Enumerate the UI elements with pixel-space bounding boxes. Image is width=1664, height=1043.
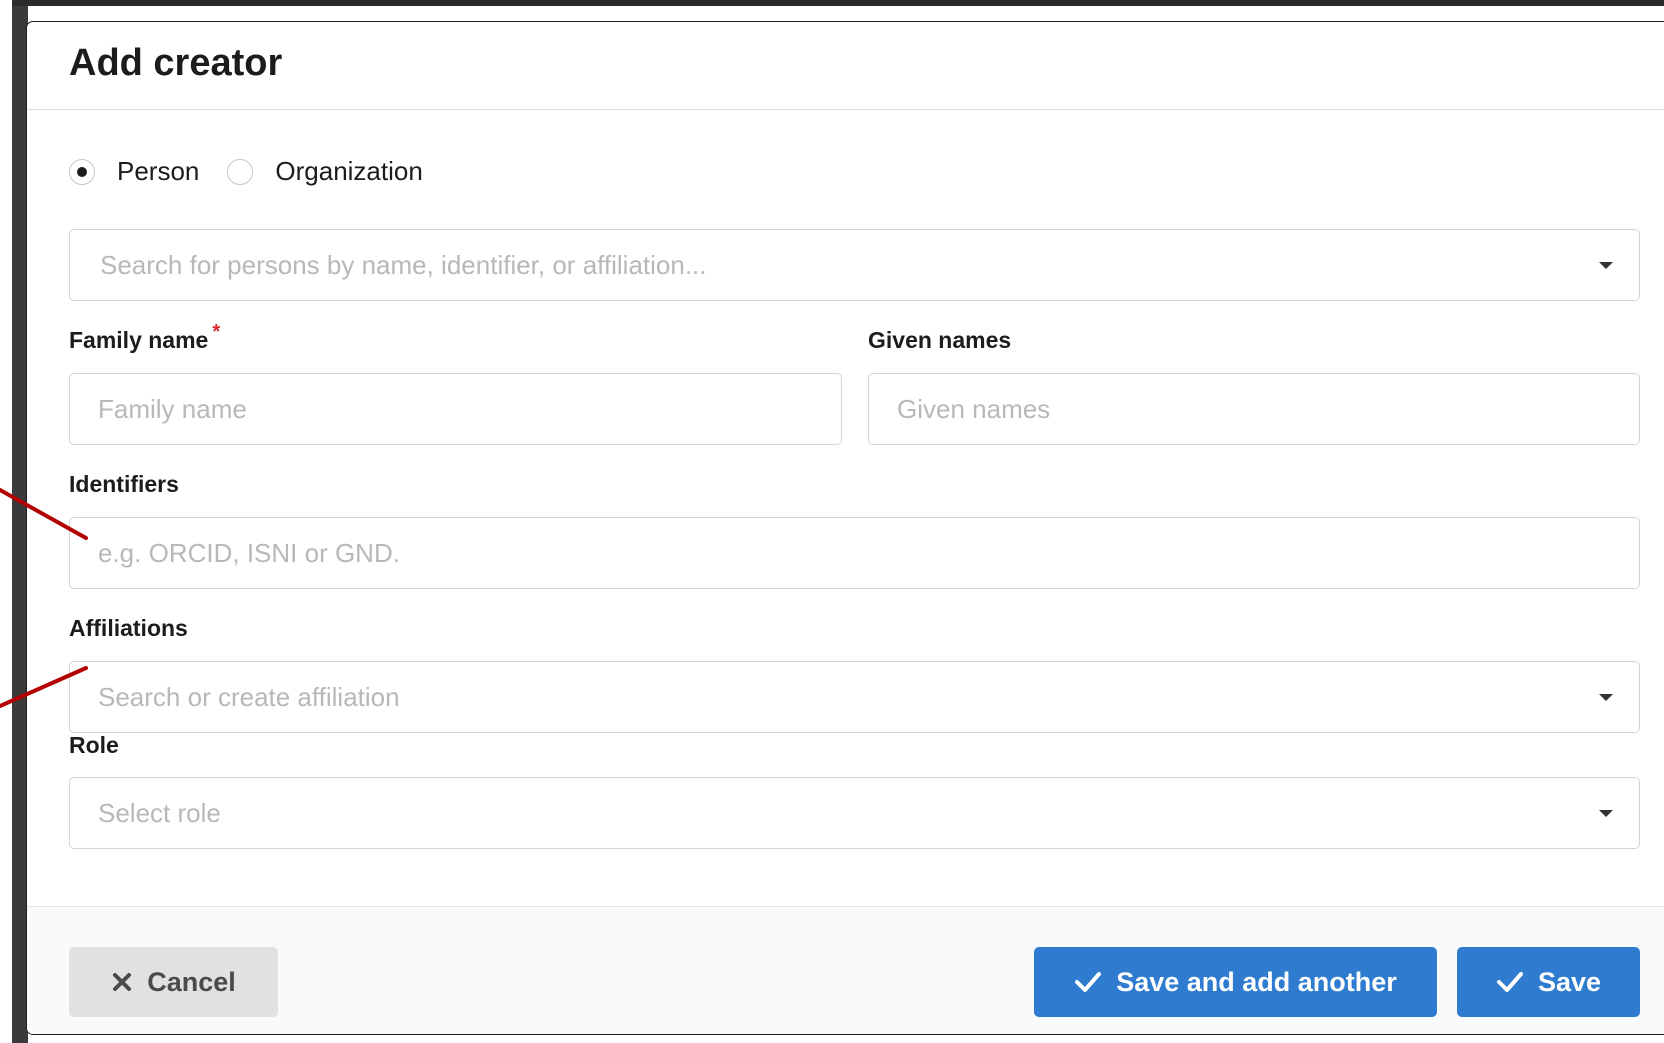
save-button[interactable]: Save: [1457, 947, 1640, 1017]
modal-header: Add creator: [27, 22, 1664, 110]
affiliations-placeholder: Search or create affiliation: [98, 681, 400, 712]
creator-type-radio-group: Person Organization: [69, 156, 451, 187]
role-label: Role: [69, 732, 119, 758]
family-name-field[interactable]: Family name: [69, 373, 842, 445]
save-button-label: Save: [1537, 966, 1602, 997]
add-creator-modal: Add creator Person Organization Search f…: [27, 22, 1664, 1034]
given-names-label: Given names: [868, 327, 1012, 353]
required-asterisk: *: [212, 321, 221, 343]
given-names-placeholder: Given names: [897, 393, 1051, 424]
identifiers-field[interactable]: e.g. ORCID, ISNI or GND.: [69, 517, 1640, 589]
given-names-field[interactable]: Given names: [868, 373, 1640, 445]
affiliations-dropdown[interactable]: Search or create affiliation: [69, 661, 1640, 733]
identifiers-placeholder: e.g. ORCID, ISNI or GND.: [98, 537, 400, 568]
radio-organization[interactable]: [227, 158, 254, 185]
caret-down-icon: [1599, 694, 1613, 701]
person-search-dropdown[interactable]: Search for persons by name, identifier, …: [69, 229, 1640, 301]
backdrop-top-strip: [12, 0, 1664, 6]
save-and-add-another-label: Save and add another: [1116, 966, 1397, 997]
close-icon: [111, 971, 133, 993]
caret-down-icon: [1599, 810, 1613, 817]
cancel-button-label: Cancel: [147, 966, 236, 997]
modal-title: Add creator: [69, 42, 283, 84]
role-dropdown[interactable]: Select role: [69, 777, 1640, 849]
radio-person-label[interactable]: Person: [117, 156, 199, 187]
checkmark-icon: [1074, 971, 1102, 993]
person-search-placeholder: Search for persons by name, identifier, …: [100, 249, 707, 280]
checkmark-icon: [1496, 971, 1524, 993]
affiliations-label: Affiliations: [69, 615, 188, 641]
family-name-placeholder: Family name: [98, 393, 247, 424]
modal-content: Person Organization Search for persons b…: [27, 110, 1664, 906]
radio-person[interactable]: [69, 158, 95, 185]
family-name-label-group: Family name *: [69, 321, 220, 354]
cancel-button[interactable]: Cancel: [69, 947, 278, 1017]
backdrop-left-strip: [12, 0, 28, 1043]
screen: Add creator Person Organization Search f…: [0, 0, 1664, 1043]
modal-footer: Cancel Save and add another Save: [27, 906, 1664, 1034]
family-name-label: Family name: [69, 327, 209, 353]
role-placeholder: Select role: [98, 797, 221, 828]
radio-organization-label[interactable]: Organization: [275, 156, 422, 187]
caret-down-icon: [1599, 262, 1613, 269]
save-and-add-another-button[interactable]: Save and add another: [1034, 947, 1437, 1017]
identifiers-label: Identifiers: [69, 471, 179, 497]
